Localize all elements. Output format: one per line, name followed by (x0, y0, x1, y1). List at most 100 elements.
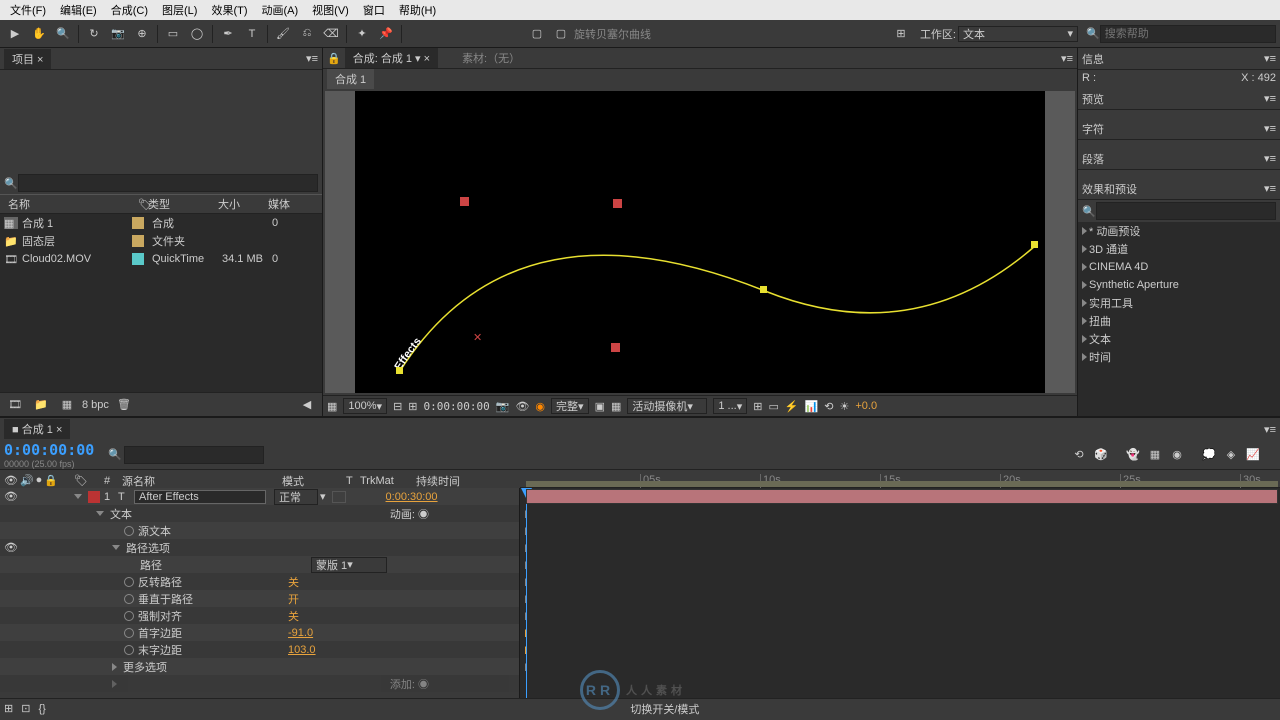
new-comp-icon[interactable]: ▦ (56, 394, 78, 416)
property-path-options[interactable]: 路径选项 (126, 540, 170, 556)
property-value[interactable]: -91.0 (288, 627, 313, 639)
anchor-point-icon[interactable] (611, 343, 620, 352)
motion-blur-icon[interactable]: ◉ (1166, 444, 1188, 466)
scroll-left-icon[interactable]: ◀ (296, 394, 318, 416)
property-path[interactable]: 路径 (140, 557, 162, 573)
animate-button[interactable]: 动画: ◉ (390, 506, 429, 522)
preview-panel-tab[interactable]: 预览 (1082, 91, 1104, 107)
effects-category[interactable]: 文本 (1078, 330, 1280, 348)
column-name[interactable]: 名称 (4, 196, 134, 212)
property-reverse-path[interactable]: 反转路径 (138, 574, 288, 590)
panel-menu-icon[interactable]: ▾≡ (1264, 52, 1276, 65)
fast-preview-icon[interactable]: ⚡ (785, 400, 799, 413)
property-value[interactable]: 关 (288, 608, 299, 624)
effects-presets-tab[interactable]: 效果和预设 (1082, 181, 1137, 197)
share-view-icon[interactable]: ⊞ (753, 400, 762, 413)
twirl-icon[interactable] (112, 680, 117, 688)
timeline-icon[interactable]: 📊 (805, 400, 819, 413)
interpret-footage-icon[interactable]: 🎞 (4, 394, 26, 416)
transparency-grid-icon[interactable]: ▦ (611, 400, 621, 413)
timecode-display[interactable]: 0:00:00:00 (424, 400, 490, 413)
column-trkmat[interactable]: TrkMat (360, 475, 416, 487)
project-search-input[interactable] (18, 174, 318, 192)
exposure-value[interactable]: +0.0 (855, 400, 877, 412)
project-item[interactable]: 📁 固态层 文件夹 (0, 232, 322, 250)
lock-icon[interactable]: 🔒 (327, 52, 341, 65)
pen-tool-icon[interactable]: ✒ (217, 23, 239, 45)
channel-icon[interactable]: ◉ (535, 400, 545, 413)
effects-category[interactable]: CINEMA 4D (1078, 258, 1280, 276)
snap-icon[interactable]: ⊞ (890, 23, 912, 45)
property-value[interactable]: 关 (288, 574, 299, 590)
toggle-brackets-icon[interactable]: {} (38, 703, 45, 715)
rectangle-tool-icon[interactable]: ▭ (162, 23, 184, 45)
roi-icon[interactable]: ▣ (595, 400, 605, 413)
show-snapshot-icon[interactable]: 👁 (515, 400, 529, 413)
menu-animation[interactable]: 动画(A) (256, 0, 305, 20)
shy-icon[interactable]: 👻 (1122, 444, 1144, 466)
panel-menu-icon[interactable]: ▾≡ (1061, 52, 1073, 65)
menu-layer[interactable]: 图层(L) (156, 0, 203, 20)
twirl-icon[interactable] (112, 545, 120, 550)
layer-row[interactable]: 👁 1 T After Effects 正常 ▾ 0:00:30:00 (0, 488, 519, 505)
layer-name-field[interactable]: After Effects (134, 490, 266, 504)
property-force-align[interactable]: 强制对齐 (138, 608, 288, 624)
stopwatch-icon[interactable] (124, 628, 134, 638)
graph-editor-icon[interactable]: 📈 (1242, 444, 1264, 466)
layer-anchor-icon[interactable]: ✕ (473, 331, 482, 344)
property-perpendicular[interactable]: 垂直于路径 (138, 591, 288, 607)
delete-icon[interactable]: 🗑 (113, 394, 135, 416)
camera-tool-icon[interactable]: 📷 (107, 23, 129, 45)
timeline-search-input[interactable] (124, 446, 264, 464)
effects-category[interactable]: 扭曲 (1078, 312, 1280, 330)
info-panel-tab[interactable]: 信息 (1082, 51, 1104, 67)
column-media[interactable]: 媒体 (264, 196, 294, 212)
clone-tool-icon[interactable]: ⎌ (296, 23, 318, 45)
eye-toggle-icon[interactable]: 👁 (4, 491, 18, 503)
text-tool-icon[interactable]: T (241, 23, 263, 45)
comp-source-tab[interactable]: 合成: 合成 1 ▾ × (345, 48, 438, 68)
twirl-icon[interactable] (74, 494, 82, 499)
property-last-margin[interactable]: 末字边距 (138, 642, 288, 658)
panel-menu-icon[interactable]: ▾≡ (1264, 92, 1276, 105)
column-source-name[interactable]: 源名称 (122, 473, 282, 489)
current-time[interactable]: 0:00:00:00 (4, 441, 108, 459)
toolbar-opt2-icon[interactable]: ▢ (550, 23, 572, 45)
anchor-point-icon[interactable] (460, 197, 469, 206)
stopwatch-icon[interactable] (124, 645, 134, 655)
paragraph-panel-tab[interactable]: 段落 (1082, 151, 1104, 167)
column-type[interactable]: 类型 (144, 196, 214, 212)
menu-help[interactable]: 帮助(H) (393, 0, 442, 20)
column-mode[interactable]: 模式 (282, 473, 346, 489)
brainstorm-icon[interactable]: 💭 (1198, 444, 1220, 466)
property-value[interactable]: 103.0 (288, 644, 316, 656)
workspace-dropdown[interactable]: 文本▾ (958, 26, 1078, 42)
new-folder-icon[interactable]: 📁 (30, 394, 52, 416)
label-color[interactable] (132, 217, 144, 229)
timeline-tab[interactable]: ■ 合成 1 × (4, 419, 70, 439)
search-help-input[interactable] (1100, 25, 1276, 43)
effects-category[interactable]: Synthetic Aperture (1078, 276, 1280, 294)
comp-flow-icon[interactable]: ⟲ (824, 400, 833, 413)
label-color[interactable] (132, 235, 144, 247)
selection-tool-icon[interactable]: ▶ (4, 23, 26, 45)
project-item[interactable]: 🎞 Cloud02.MOV QuickTime 34.1 MB 0 (0, 250, 322, 268)
column-duration[interactable]: 持续时间 (416, 473, 460, 489)
camera-dropdown[interactable]: 活动摄像机 ▾ (627, 398, 707, 414)
toggle-modes-icon[interactable]: ⊡ (21, 702, 30, 715)
menu-file[interactable]: 文件(F) (4, 0, 52, 20)
character-panel-tab[interactable]: 字符 (1082, 121, 1104, 137)
label-color[interactable] (132, 253, 144, 265)
brush-tool-icon[interactable]: 🖌 (272, 23, 294, 45)
roto-tool-icon[interactable]: ✦ (351, 23, 373, 45)
zoom-tool-icon[interactable]: 🔍 (52, 23, 74, 45)
panel-menu-icon[interactable]: ▾≡ (306, 52, 318, 65)
path-mask-dropdown[interactable]: 蒙版 1 ▾ (311, 557, 387, 573)
twirl-icon[interactable] (96, 511, 104, 516)
ellipse-tool-icon[interactable]: ◯ (186, 23, 208, 45)
effects-category[interactable]: 时间 (1078, 348, 1280, 366)
preserve-transparency-toggle[interactable] (332, 491, 346, 503)
property-source-text[interactable]: 源文本 (138, 523, 171, 539)
res-down-icon[interactable]: ⊟ (393, 400, 402, 413)
panel-menu-icon[interactable]: ▾≡ (1264, 423, 1276, 436)
